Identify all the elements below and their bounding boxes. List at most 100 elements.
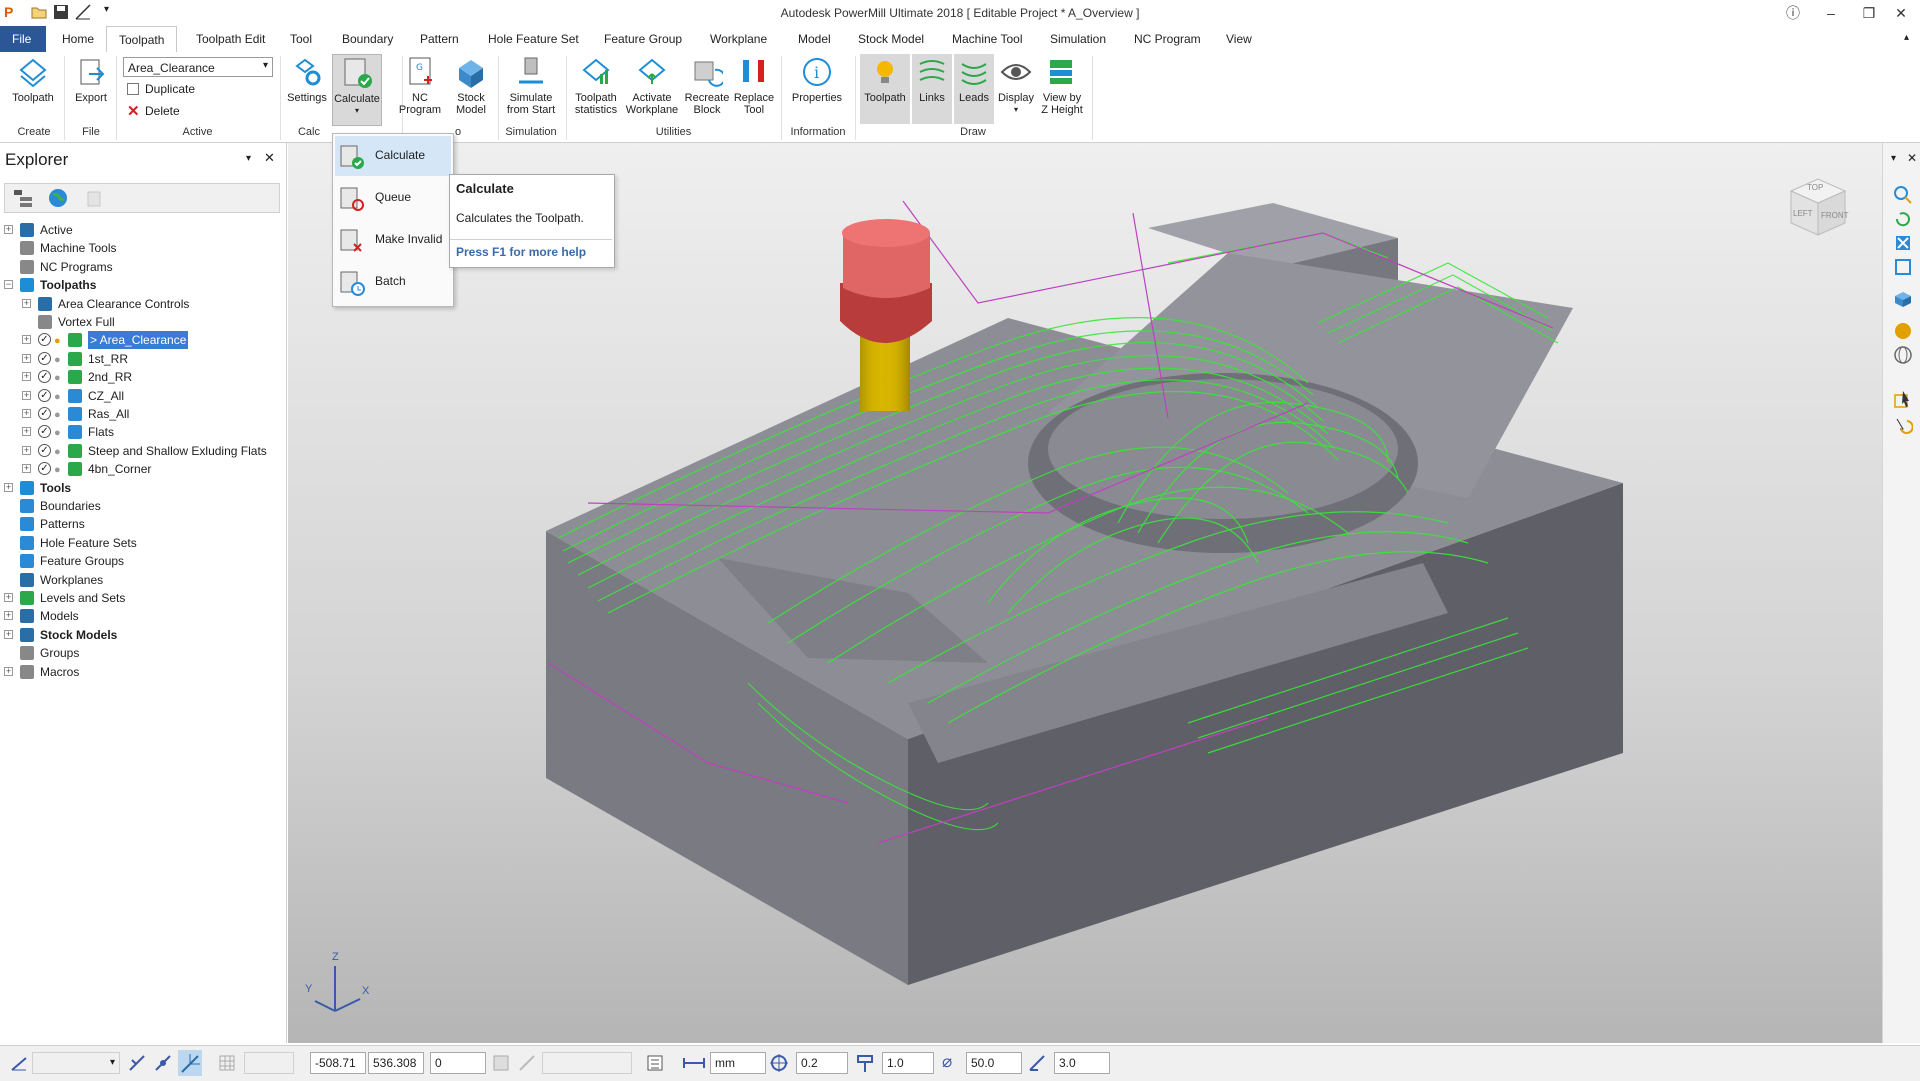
expand-toggle-icon[interactable]: +: [4, 225, 13, 234]
view-cube[interactable]: TOP FRONT LEFT: [1783, 173, 1853, 243]
wireframe-icon[interactable]: [1893, 345, 1913, 365]
coordinate-x-field[interactable]: -508.71: [310, 1052, 366, 1074]
view-by-z-height-button[interactable]: View by Z Height: [1038, 56, 1086, 116]
snap-active-icon[interactable]: [178, 1050, 202, 1076]
lightbulb-icon[interactable]: ●: [54, 424, 61, 442]
expand-toggle-icon[interactable]: +: [22, 390, 31, 400]
stock-model-button[interactable]: Stock Model: [448, 56, 494, 116]
visibility-check-icon[interactable]: ✓: [38, 425, 51, 439]
snap-icon[interactable]: [128, 1054, 146, 1072]
tab-feature-group[interactable]: Feature Group: [592, 26, 694, 52]
units-icon[interactable]: [682, 1054, 706, 1072]
expand-toggle-icon[interactable]: +: [22, 409, 31, 418]
visibility-check-icon[interactable]: ✓: [38, 351, 51, 365]
units-field[interactable]: mm: [710, 1052, 766, 1074]
draw-leads-toggle[interactable]: Leads: [954, 54, 994, 124]
lightbulb-icon[interactable]: ●: [54, 461, 61, 479]
delete-button[interactable]: ✕ Delete: [127, 103, 247, 120]
tab-home[interactable]: Home: [50, 26, 106, 52]
stepover-field[interactable]: 3.0: [1054, 1052, 1110, 1074]
tree-view-icon[interactable]: [13, 188, 35, 208]
snap-point-icon[interactable]: [154, 1054, 172, 1072]
expand-toggle-icon[interactable]: +: [22, 464, 31, 474]
display-button[interactable]: Display ▾: [996, 56, 1036, 116]
material-shade-icon[interactable]: [1893, 321, 1913, 341]
tab-workplane[interactable]: Workplane: [698, 26, 779, 52]
graphics-viewport[interactable]: TOP FRONT LEFT Z X Y: [288, 143, 1882, 1043]
close-icon[interactable]: ✕: [264, 150, 275, 166]
expand-toggle-icon[interactable]: +: [4, 482, 13, 492]
toolbar-dropdown-icon[interactable]: ▾: [1891, 153, 1896, 164]
expand-toggle-icon[interactable]: +: [22, 335, 31, 345]
toolpath-statistics-button[interactable]: Toolpath statistics: [570, 56, 622, 116]
export-button[interactable]: Export: [70, 56, 112, 104]
diameter-field[interactable]: 50.0: [966, 1052, 1022, 1074]
calculate-button[interactable]: Calculate ▾: [332, 54, 382, 126]
visibility-check-icon[interactable]: ✓: [38, 462, 51, 476]
expand-toggle-icon[interactable]: +: [22, 445, 31, 455]
expand-toggle-icon[interactable]: +: [4, 611, 13, 621]
tolerance-field[interactable]: 0.2: [796, 1052, 848, 1074]
select-icon[interactable]: [1893, 389, 1913, 409]
active-toolpath-select[interactable]: Area_Clearance ▾: [123, 57, 273, 77]
rotate-icon[interactable]: [1893, 209, 1913, 229]
expand-toggle-icon[interactable]: +: [4, 593, 13, 602]
pin-dropdown-icon[interactable]: ▾: [246, 153, 251, 164]
ribbon-collapse-icon[interactable]: ▴: [1904, 32, 1909, 43]
resize-to-fit-icon[interactable]: [1893, 233, 1913, 253]
lightbulb-icon[interactable]: ●: [54, 406, 61, 424]
expand-toggle-icon[interactable]: +: [22, 353, 31, 363]
trash-icon[interactable]: [83, 187, 105, 209]
tab-file[interactable]: File: [0, 26, 46, 52]
tab-toolpath-edit[interactable]: Toolpath Edit: [184, 26, 277, 52]
close-button[interactable]: ✕: [1878, 0, 1920, 26]
undo-select-icon[interactable]: [1893, 415, 1914, 435]
simulate-from-start-button[interactable]: Simulate from Start: [502, 56, 560, 116]
thickness-icon[interactable]: [856, 1054, 874, 1072]
expand-toggle-icon[interactable]: +: [4, 629, 13, 639]
tab-nc-program[interactable]: NC Program: [1122, 26, 1213, 52]
tab-machine-tool[interactable]: Machine Tool: [940, 26, 1035, 52]
toolpath-create-button[interactable]: Toolpath: [8, 56, 58, 104]
settings-button[interactable]: Settings: [284, 56, 330, 104]
tab-toolpath[interactable]: Toolpath: [106, 26, 178, 53]
toolbar-settings-icon[interactable]: [646, 1054, 664, 1072]
menu-item-calculate[interactable]: Calculate: [335, 136, 451, 176]
properties-button[interactable]: i Properties: [786, 56, 848, 104]
replace-tool-button[interactable]: Replace Tool: [731, 56, 777, 116]
zoom-icon[interactable]: [1893, 185, 1913, 205]
close-icon[interactable]: ✕: [1907, 151, 1917, 165]
recreate-block-button[interactable]: Recreate Block: [684, 56, 730, 116]
visibility-check-icon[interactable]: ✓: [38, 443, 51, 457]
zoom-box-icon[interactable]: [1893, 257, 1913, 277]
stepover-icon[interactable]: [1028, 1054, 1046, 1072]
visibility-check-icon[interactable]: ✓: [38, 333, 51, 347]
lightbulb-icon[interactable]: ●: [54, 351, 61, 369]
globe-icon[interactable]: [47, 187, 69, 209]
tab-stock-model[interactable]: Stock Model: [846, 26, 936, 52]
visibility-check-icon[interactable]: ✓: [38, 388, 51, 402]
menu-item-make-invalid[interactable]: Make Invalid: [335, 220, 451, 260]
expand-toggle-icon[interactable]: +: [4, 666, 13, 676]
measure-icon[interactable]: [518, 1054, 536, 1072]
tolerance-icon[interactable]: [770, 1054, 788, 1072]
tab-tool[interactable]: Tool: [278, 26, 324, 52]
thickness-field[interactable]: 1.0: [882, 1052, 934, 1074]
activate-workplane-button[interactable]: Activate Workplane: [623, 56, 681, 116]
tab-model[interactable]: Model: [786, 26, 843, 52]
tab-hole-feature-set[interactable]: Hole Feature Set: [476, 26, 591, 52]
draw-links-toggle[interactable]: Links: [912, 54, 952, 124]
nc-program-button[interactable]: G NC Program: [395, 56, 445, 116]
workplane-select[interactable]: ▾: [32, 1052, 120, 1074]
lightbulb-icon[interactable]: ●: [54, 443, 61, 461]
lightbulb-icon[interactable]: ●: [54, 369, 61, 387]
calculator-icon[interactable]: [492, 1054, 510, 1072]
tab-simulation[interactable]: Simulation: [1038, 26, 1118, 52]
coordinate-y-field[interactable]: 536.308: [368, 1052, 424, 1074]
expand-toggle-icon[interactable]: −: [4, 280, 13, 290]
coordinate-z-field[interactable]: 0: [430, 1052, 486, 1074]
menu-item-queue[interactable]: Queue: [335, 178, 451, 218]
diameter-icon[interactable]: ⌀: [942, 1052, 952, 1072]
tab-boundary[interactable]: Boundary: [330, 26, 405, 52]
duplicate-button[interactable]: Duplicate: [127, 82, 247, 98]
